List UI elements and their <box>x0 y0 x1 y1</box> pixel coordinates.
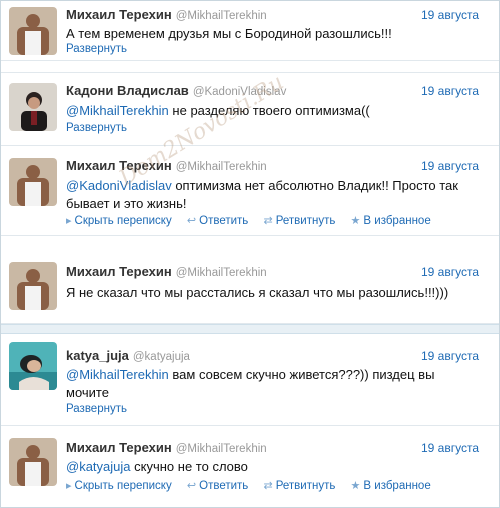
reply-icon: ↩ <box>186 215 197 227</box>
retweet-button[interactable]: ⇄ Ретвитнуть <box>264 479 336 492</box>
tweet-6[interactable]: Михаил Терехин @MikhailTerekhin 19 август… <box>1 426 499 507</box>
tweet-text: Я не сказал что мы расстались я сказал ч… <box>66 284 487 302</box>
author-handle[interactable]: @MikhailTerekhin <box>176 443 267 455</box>
hide-conversation-button[interactable]: ▸ Скрыть переписку <box>66 479 172 492</box>
tweet-date[interactable]: 19 августа <box>421 265 479 279</box>
conversation-separator <box>1 324 499 334</box>
tweet-date[interactable]: 19 августа <box>421 159 479 173</box>
hide-label: Скрыть переписку <box>74 480 172 492</box>
tweet-date[interactable]: 19 августа <box>421 8 479 22</box>
author-handle[interactable]: @MikhailTerekhin <box>176 267 267 279</box>
tweet-actions: ▸ Скрыть переписку ↩ Ответить ⇄ Ретвитнуть … <box>66 479 443 492</box>
retweet-button[interactable]: ⇄ Ретвитнуть <box>264 214 336 227</box>
favorite-button[interactable]: ★ В избранное <box>351 479 431 492</box>
avatar-mikhail[interactable] <box>9 262 57 310</box>
mention-link[interactable]: @KadoniVladislav <box>66 178 172 193</box>
star-icon: ★ <box>350 215 361 227</box>
tweet-text: @MikhailTerekhin не разделяю твоего опти… <box>66 102 487 120</box>
tweet-date[interactable]: 19 августа <box>421 84 479 98</box>
tweet-actions: ▸ Скрыть переписку ↩ Ответить ⇄ Ретвитнуть … <box>66 214 443 227</box>
avatar-kadoni[interactable] <box>9 83 57 131</box>
favorite-button[interactable]: ★ В избранное <box>351 214 431 227</box>
favorite-label: В избранное <box>363 480 431 492</box>
tweet-date[interactable]: 19 августа <box>421 441 479 455</box>
conversation-icon: ▸ <box>66 215 72 227</box>
tweet-header: Михаил Терехин @MikhailTerekhin <box>66 264 267 279</box>
star-icon: ★ <box>350 480 361 492</box>
tweet-body: скучно не то слово <box>134 459 248 474</box>
hide-label: Скрыть переписку <box>74 215 172 227</box>
tweet-3[interactable]: Михаил Терехин @MikhailTerekhin 19 август… <box>1 146 499 236</box>
retweet-icon: ⇄ <box>263 480 273 492</box>
tweet-text: @MikhailTerekhin вам совсем скучно живет… <box>66 366 439 402</box>
expand-link[interactable]: Развернуть <box>66 122 127 134</box>
tweet-4[interactable]: Михаил Терехин @MikhailTerekhin 19 август… <box>1 236 499 324</box>
author-handle[interactable]: @MikhailTerekhin <box>176 161 267 173</box>
tweet-text: @katyajuja скучно не то слово <box>66 458 487 476</box>
tweet-text: А тем временем друзья мы с Бородиной раз… <box>66 25 487 43</box>
retweet-label: Ретвитнуть <box>275 480 336 492</box>
retweet-icon: ⇄ <box>263 215 273 227</box>
reply-label: Ответить <box>199 480 249 492</box>
reply-icon: ↩ <box>186 480 197 492</box>
author-handle[interactable]: @MikhailTerekhin <box>176 10 267 22</box>
avatar-katya[interactable] <box>9 342 57 390</box>
author-name[interactable]: Михаил Терехин <box>66 7 172 22</box>
tweet-header: katya_juja @katyajuja <box>66 348 190 363</box>
tweet-date[interactable]: 19 августа <box>421 349 479 363</box>
tweet-5[interactable]: katya_juja @katyajuja 19 августа @Mikhail… <box>1 334 499 426</box>
mention-link[interactable]: @MikhailTerekhin <box>66 103 169 118</box>
author-name[interactable]: Михаил Терехин <box>66 440 172 455</box>
expand-link[interactable]: Развернуть <box>66 43 127 55</box>
reply-button[interactable]: ↩ Ответить <box>187 479 248 492</box>
mention-link[interactable]: @katyajuja <box>66 459 131 474</box>
mention-link[interactable]: @MikhailTerekhin <box>66 367 169 382</box>
tweet-header: Михаил Терехин @MikhailTerekhin <box>66 7 267 22</box>
avatar-mikhail[interactable] <box>9 438 57 486</box>
tweet-1[interactable]: Михаил Терехин @MikhailTerekhin 19 август… <box>1 1 499 61</box>
tweet-body: А тем временем друзья мы с Бородиной раз… <box>66 26 392 41</box>
hide-conversation-button[interactable]: ▸ Скрыть переписку <box>66 214 172 227</box>
author-name[interactable]: Кадони Владислав <box>66 83 189 98</box>
favorite-label: В избранное <box>363 215 431 227</box>
tweet-header: Михаил Терехин @MikhailTerekhin <box>66 440 267 455</box>
tweet-body: Я не сказал что мы расстались я сказал ч… <box>66 285 449 300</box>
reply-button[interactable]: ↩ Ответить <box>187 214 248 227</box>
expand-link[interactable]: Развернуть <box>66 403 127 415</box>
retweet-label: Ретвитнуть <box>275 215 336 227</box>
avatar-mikhail[interactable] <box>9 158 57 206</box>
reply-label: Ответить <box>199 215 249 227</box>
author-handle[interactable]: @katyajuja <box>133 351 190 363</box>
avatar-mikhail[interactable] <box>9 7 57 55</box>
author-name[interactable]: katya_juja <box>66 348 129 363</box>
conversation-icon: ▸ <box>66 480 72 492</box>
author-name[interactable]: Михаил Терехин <box>66 264 172 279</box>
